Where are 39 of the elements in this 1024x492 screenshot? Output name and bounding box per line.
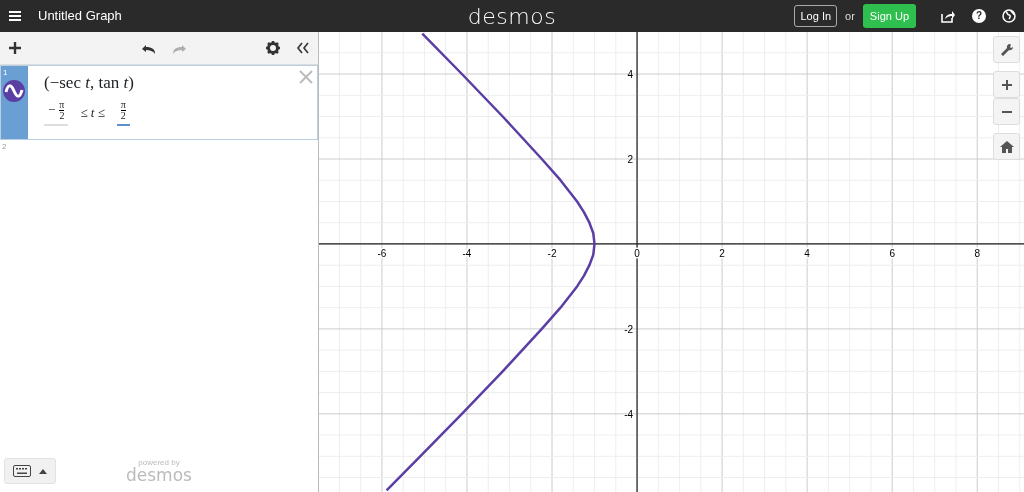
logo: desmos [467, 2, 557, 31]
zoom-in-icon [1000, 78, 1013, 91]
tick-label: 4 [627, 69, 634, 81]
tick-label: 6 [889, 247, 895, 259]
add-icon[interactable] [8, 41, 22, 55]
graph-title: Untitled Graph [38, 7, 122, 26]
row-number: 1 [3, 67, 9, 79]
tick-label: -2 [624, 323, 634, 335]
menu-icon[interactable] [8, 9, 22, 23]
tick-label: 8 [974, 247, 980, 259]
tick-label: -4 [624, 408, 634, 420]
home-icon [999, 139, 1014, 154]
powered-by-text: powered by [138, 458, 180, 467]
wrench-icon [999, 42, 1014, 57]
login-button[interactable]: Log In [794, 4, 838, 28]
expression-math[interactable]: (−sec t, tan t) [44, 70, 317, 96]
tick-label: 4 [804, 247, 810, 259]
home-button[interactable] [993, 133, 1020, 160]
zoom-in-button[interactable] [993, 71, 1020, 98]
tick-label: -4 [462, 247, 472, 259]
tick-label: 2 [719, 247, 725, 259]
tick-label: -2 [547, 247, 557, 259]
footer-logo: desmos [126, 466, 192, 484]
caret-icon [39, 468, 47, 474]
collapse-icon[interactable] [296, 41, 310, 55]
settings-button[interactable] [993, 36, 1020, 63]
domain-field[interactable]: π 2 [116, 99, 130, 126]
curve-style-icon[interactable] [2, 79, 26, 103]
keyboard-icon [13, 465, 31, 477]
keyboard-toggle-button[interactable] [4, 458, 56, 484]
row-number: 2 [2, 141, 8, 153]
domain-inequality: ≤ t ≤ [80, 103, 105, 122]
globe-icon[interactable] [1002, 9, 1016, 23]
tick-label: 2 [627, 154, 634, 165]
settings-icon[interactable] [266, 41, 280, 55]
help-icon[interactable]: ? [972, 9, 986, 23]
zoom-out-button[interactable] [993, 98, 1020, 125]
tick-label: -6 [377, 247, 387, 259]
or-text: or [845, 8, 855, 24]
